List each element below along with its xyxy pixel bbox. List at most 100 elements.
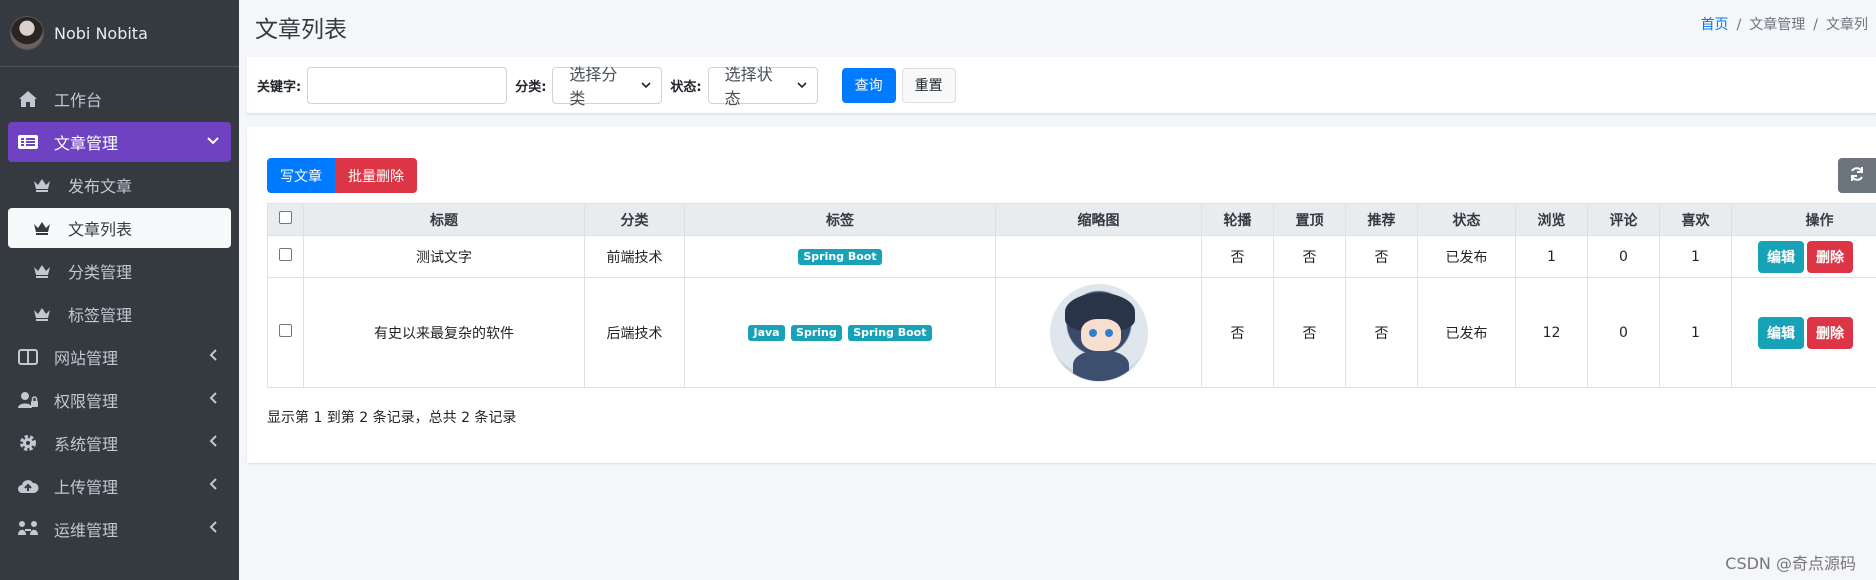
sidebar-item-permission-management[interactable]: 权限管理 xyxy=(8,380,231,420)
table-row: 有史以来最复杂的软件 后端技术 Java Spring Spring Boot xyxy=(267,277,1876,388)
likes-cell: 1 xyxy=(1659,235,1732,278)
sidebar-item-article-list[interactable]: 文章列表 xyxy=(8,208,231,248)
sidebar-item-upload-management[interactable]: 上传管理 xyxy=(8,466,231,506)
crown-icon xyxy=(30,177,54,193)
sidebar: Nobi Nobita 工作台 文章管理 发布文章 文章列表 分类管理 标签管理… xyxy=(0,0,239,580)
row-actions: 编辑 删除 xyxy=(1732,240,1876,273)
sidebar-item-label: 标签管理 xyxy=(68,306,133,325)
thumbnail-figure-eye xyxy=(1104,328,1113,337)
write-article-button[interactable]: 写文章 xyxy=(267,158,335,193)
delete-button[interactable]: 删除 xyxy=(1807,240,1853,273)
column-header[interactable]: 置顶 xyxy=(1273,203,1346,236)
chevron-down-icon xyxy=(207,134,219,150)
chevron-left-icon xyxy=(209,521,219,537)
article-submenu: 发布文章 文章列表 分类管理 标签管理 xyxy=(8,165,231,334)
category-select[interactable]: 选择分类 xyxy=(552,65,663,108)
batch-delete-button[interactable]: 批量删除 xyxy=(335,158,417,193)
column-header[interactable]: 分类 xyxy=(584,203,685,236)
title-cell: 测试文字 xyxy=(303,235,585,278)
row-select-cell xyxy=(267,235,304,278)
thumbnail-cell xyxy=(995,277,1202,388)
select-all-checkbox[interactable] xyxy=(279,211,292,224)
sidebar-item-category-management[interactable]: 分类管理 xyxy=(8,251,231,291)
refresh-icon xyxy=(1849,166,1865,186)
sidebar-item-tag-management[interactable]: 标签管理 xyxy=(8,294,231,334)
tag-badge: Java xyxy=(748,325,785,341)
thumbnail-figure-body xyxy=(1072,350,1129,381)
user-avatar[interactable] xyxy=(10,16,44,50)
table-toolbar: 写文章 批量删除 xyxy=(267,158,417,193)
row-checkbox[interactable] xyxy=(279,248,292,261)
likes-cell: 1 xyxy=(1659,277,1732,388)
reset-button[interactable]: 重置 xyxy=(901,67,956,103)
column-header[interactable]: 推荐 xyxy=(1345,203,1418,236)
thumbnail-figure-face xyxy=(1080,318,1121,351)
edit-button[interactable]: 编辑 xyxy=(1758,240,1804,273)
thumbnail-cell xyxy=(995,235,1202,278)
query-button[interactable]: 查询 xyxy=(841,67,896,103)
top-cell: 否 xyxy=(1273,235,1346,278)
column-header[interactable]: 标签 xyxy=(684,203,996,236)
sidebar-item-label: 文章列表 xyxy=(68,220,133,239)
tag-badge: Spring xyxy=(791,325,842,341)
chevron-left-icon xyxy=(209,392,219,408)
cloud-upload-icon xyxy=(16,476,40,496)
user-name[interactable]: Nobi Nobita xyxy=(54,24,148,43)
breadcrumb-current: 文章列 xyxy=(1826,17,1868,33)
keyword-label: 关键字: xyxy=(257,79,302,95)
sidebar-item-system-management[interactable]: 系统管理 xyxy=(8,423,231,463)
edit-button[interactable]: 编辑 xyxy=(1758,316,1804,349)
sidebar-item-ops-management[interactable]: 运维管理 xyxy=(8,509,231,549)
recommend-cell: 否 xyxy=(1345,277,1418,388)
chevron-left-icon xyxy=(209,349,219,365)
sidebar-item-label: 运维管理 xyxy=(54,521,119,540)
pagination-summary: 显示第 1 到第 2 条记录，总共 2 条记录 xyxy=(267,410,517,426)
sidebar-item-label: 工作台 xyxy=(54,91,103,110)
user-panel[interactable]: Nobi Nobita xyxy=(0,0,239,67)
delete-button[interactable]: 删除 xyxy=(1807,316,1853,349)
category-cell: 后端技术 xyxy=(584,277,685,388)
comments-cell: 0 xyxy=(1587,277,1660,388)
breadcrumb-separator: / xyxy=(1736,17,1742,33)
status-select[interactable]: 选择状态 xyxy=(707,65,818,108)
breadcrumb-item: 文章管理 xyxy=(1749,17,1806,33)
sidebar-item-label: 发布文章 xyxy=(68,177,133,196)
row-actions: 编辑 删除 xyxy=(1732,316,1876,349)
column-header[interactable]: 轮播 xyxy=(1201,203,1274,236)
row-select-cell xyxy=(267,277,304,388)
recommend-cell: 否 xyxy=(1345,235,1418,278)
chevron-left-icon xyxy=(209,435,219,451)
row-checkbox[interactable] xyxy=(279,324,292,337)
column-header[interactable]: 评论 xyxy=(1587,203,1660,236)
column-header[interactable]: 喜欢 xyxy=(1659,203,1732,236)
sidebar-item-label: 权限管理 xyxy=(54,392,119,411)
tags-cell: Java Spring Spring Boot xyxy=(684,277,996,388)
sidebar-item-workbench[interactable]: 工作台 xyxy=(8,79,231,119)
column-header[interactable]: 缩略图 xyxy=(995,203,1202,236)
views-cell: 12 xyxy=(1515,277,1588,388)
category-label: 分类: xyxy=(515,79,547,95)
breadcrumb-separator: / xyxy=(1813,17,1818,33)
column-header[interactable]: 状态 xyxy=(1417,203,1516,236)
filter-bar: 关键字: 分类: 选择分类 状态: 选择状态 查询 重置 xyxy=(247,57,1876,114)
status-select-value: 选择状态 xyxy=(724,65,773,108)
article-table-card: 写文章 批量删除 标题 分类 标签 缩略图 轮播 置顶 推荐 状态 浏览 评论 … xyxy=(247,127,1876,463)
column-header[interactable]: 标题 xyxy=(303,203,585,236)
category-select-value: 选择分类 xyxy=(569,65,618,108)
keyword-input[interactable] xyxy=(307,66,508,104)
article-table: 标题 分类 标签 缩略图 轮播 置顶 推荐 状态 浏览 评论 喜欢 操作 测试文… xyxy=(267,203,1876,388)
sidebar-item-publish-article[interactable]: 发布文章 xyxy=(8,165,231,205)
main-content: 文章列表 首页 / 文章管理 / 文章列 关键字: 分类: 选择分类 状态: 选择状态 … xyxy=(239,0,1876,580)
refresh-button[interactable] xyxy=(1838,158,1876,193)
breadcrumb-home-link[interactable]: 首页 xyxy=(1701,17,1729,33)
table-header-row: 标题 分类 标签 缩略图 轮播 置顶 推荐 状态 浏览 评论 喜欢 操作 xyxy=(267,203,1876,236)
thumbnail-figure-eye xyxy=(1088,328,1097,337)
column-header[interactable]: 浏览 xyxy=(1515,203,1588,236)
sidebar-item-article-management[interactable]: 文章管理 xyxy=(8,122,231,162)
status-cell: 已发布 xyxy=(1417,235,1516,278)
title-cell: 有史以来最复杂的软件 xyxy=(303,277,585,388)
sidebar-item-website-management[interactable]: 网站管理 xyxy=(8,337,231,377)
sidebar-item-label: 文章管理 xyxy=(54,134,119,153)
article-thumbnail-image[interactable] xyxy=(1049,283,1148,382)
crown-icon xyxy=(30,263,54,279)
